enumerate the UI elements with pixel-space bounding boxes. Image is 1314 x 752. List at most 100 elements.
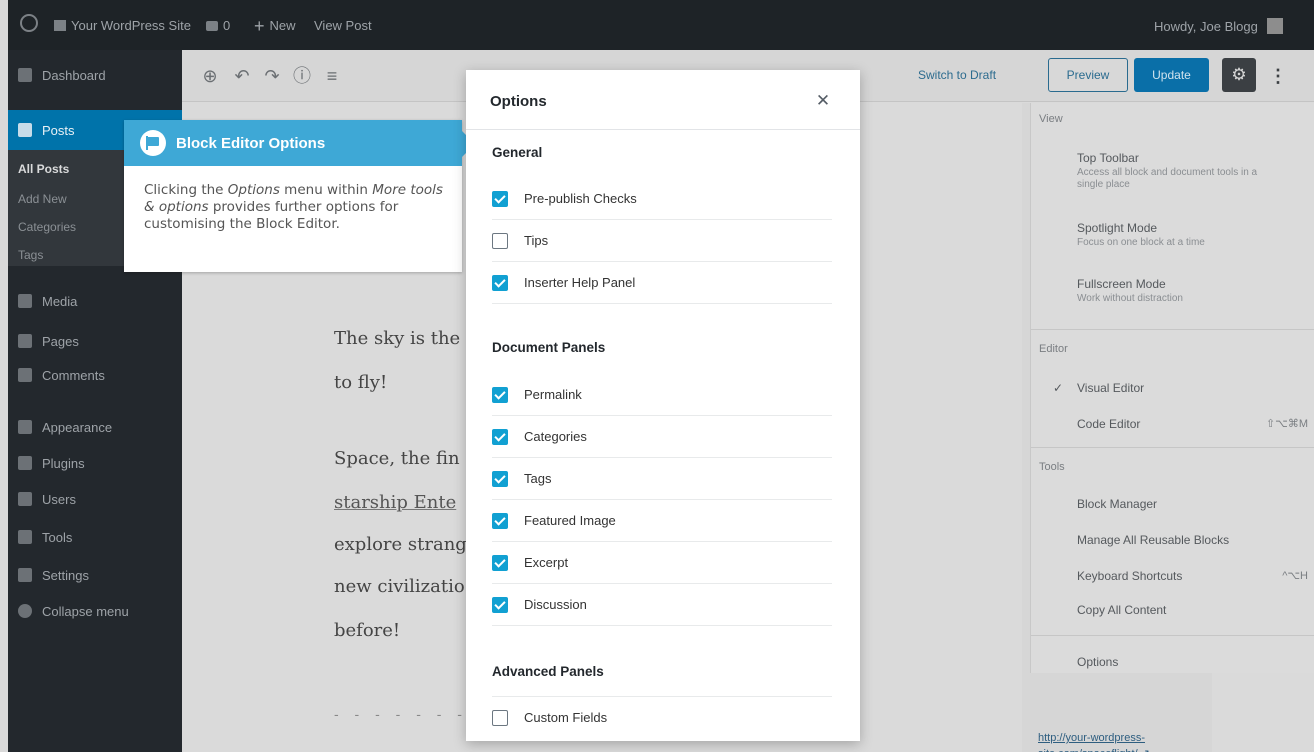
checkbox-checked[interactable] xyxy=(492,274,508,291)
callout-body: Clicking the Options menu within More to… xyxy=(144,182,443,232)
post-paragraph-line[interactable]: explore strang xyxy=(334,534,467,555)
option-tags[interactable]: Tags xyxy=(492,458,832,500)
more-tools-menu: View Top Toolbar Access all block and do… xyxy=(1030,103,1314,673)
option-inserter-help-panel[interactable]: Inserter Help Panel xyxy=(492,262,832,304)
home-icon xyxy=(54,20,66,31)
collapse-menu-button[interactable]: Collapse menu xyxy=(8,596,182,626)
post-paragraph-line[interactable]: new civilizatio xyxy=(334,576,465,597)
external-link-icon: ↗ xyxy=(1141,748,1150,752)
post-paragraph-line[interactable]: starship Ente xyxy=(334,492,456,513)
wrench-icon xyxy=(18,530,32,544)
dashboard-icon xyxy=(18,68,32,82)
wordpress-logo-icon[interactable] xyxy=(20,14,38,32)
option-custom-fields[interactable]: Custom Fields xyxy=(492,696,832,738)
sidebar-item-users[interactable]: Users xyxy=(8,484,182,514)
brush-icon xyxy=(18,420,32,434)
collapse-icon xyxy=(18,604,32,618)
option-categories[interactable]: Categories xyxy=(492,416,832,458)
site-name-link[interactable]: Your WordPress Site xyxy=(54,18,191,33)
comments-icon xyxy=(18,368,32,382)
checkbox-checked[interactable] xyxy=(492,386,508,403)
info-icon[interactable]: ⓘ xyxy=(292,66,312,86)
callout-title: Block Editor Options xyxy=(176,134,326,152)
comment-icon xyxy=(206,20,218,31)
sidebar-item-dashboard[interactable]: Dashboard xyxy=(8,60,182,90)
settings-icon xyxy=(18,568,32,582)
code-editor-shortcut: ⇧⌥⌘M xyxy=(1265,418,1308,430)
menu-visual-editor[interactable]: Visual Editor xyxy=(1077,381,1144,395)
menu-section-editor: Editor xyxy=(1039,343,1068,355)
checkbox-checked[interactable] xyxy=(492,512,508,529)
menu-top-toolbar-desc: Access all block and document tools in a… xyxy=(1077,167,1258,190)
menu-top-toolbar[interactable]: Top Toolbar xyxy=(1077,151,1139,165)
separator-block: - - - - - - - xyxy=(334,706,468,722)
option-discussion[interactable]: Discussion xyxy=(492,584,832,626)
menu-manage-reusable-blocks[interactable]: Manage All Reusable Blocks xyxy=(1077,533,1229,547)
pages-icon xyxy=(18,334,32,348)
option-featured-image[interactable]: Featured Image xyxy=(492,500,832,542)
menu-section-view: View xyxy=(1039,113,1063,125)
sidebar-item-tools[interactable]: Tools xyxy=(8,522,182,552)
option-tips[interactable]: Tips xyxy=(492,220,832,262)
menu-spotlight-mode[interactable]: Spotlight Mode xyxy=(1077,221,1157,235)
checkbox-checked[interactable] xyxy=(492,190,508,207)
menu-divider xyxy=(1031,329,1314,330)
flag-icon xyxy=(140,130,166,156)
redo-icon[interactable]: ↷ xyxy=(262,66,282,86)
menu-fullscreen-mode[interactable]: Fullscreen Mode xyxy=(1077,277,1166,291)
modal-title: Options xyxy=(490,93,547,110)
option-pre-publish-checks[interactable]: Pre-publish Checks xyxy=(492,178,832,220)
menu-block-manager[interactable]: Block Manager xyxy=(1077,497,1157,511)
submenu-add-new[interactable]: Add New xyxy=(18,192,67,206)
checkbox-checked[interactable] xyxy=(492,428,508,445)
post-paragraph-line[interactable]: Space, the fin xyxy=(334,448,460,469)
option-excerpt[interactable]: Excerpt xyxy=(492,542,832,584)
preview-button[interactable]: Preview xyxy=(1048,58,1128,92)
sidebar-item-comments[interactable]: Comments xyxy=(8,360,182,390)
sidebar-item-appearance[interactable]: Appearance xyxy=(8,412,182,442)
new-content-link[interactable]: + New xyxy=(254,15,296,36)
comments-link[interactable]: 0 xyxy=(206,18,230,33)
plus-icon: + xyxy=(254,15,265,36)
add-block-icon[interactable]: ⊕ xyxy=(200,66,220,86)
menu-copy-all-content[interactable]: Copy All Content xyxy=(1077,603,1166,617)
post-paragraph-line[interactable]: to fly! xyxy=(334,372,387,393)
checkbox-unchecked[interactable] xyxy=(492,232,508,249)
submenu-categories[interactable]: Categories xyxy=(18,220,76,234)
menu-keyboard-shortcuts[interactable]: Keyboard Shortcuts xyxy=(1077,569,1182,583)
sidebar-item-pages[interactable]: Pages xyxy=(8,326,182,356)
close-icon[interactable]: ✕ xyxy=(812,90,834,112)
outline-icon[interactable]: ≡ xyxy=(322,66,342,86)
avatar xyxy=(1266,18,1283,34)
option-permalink[interactable]: Permalink xyxy=(492,374,832,416)
checkbox-checked[interactable] xyxy=(492,554,508,571)
menu-divider xyxy=(1031,447,1314,448)
section-advanced-panels-title: Advanced Panels xyxy=(492,664,604,679)
sidebar-item-plugins[interactable]: Plugins xyxy=(8,448,182,478)
submenu-all-posts[interactable]: All Posts xyxy=(18,162,69,176)
pin-icon xyxy=(18,123,32,137)
menu-fullscreen-desc: Work without distraction xyxy=(1077,293,1183,304)
checkbox-unchecked[interactable] xyxy=(492,709,508,726)
submenu-tags[interactable]: Tags xyxy=(18,248,43,262)
view-post-link[interactable]: View Post xyxy=(314,18,372,33)
checkbox-checked[interactable] xyxy=(492,596,508,613)
modal-header: Options ✕ xyxy=(466,70,860,130)
menu-options[interactable]: Options xyxy=(1077,655,1118,669)
checkbox-checked[interactable] xyxy=(492,470,508,487)
wp-editor-screen: Your WordPress Site 0 + New View Post Ho… xyxy=(8,0,1314,752)
permalink-link[interactable]: http://your-wordpress-site.com/spaceflig… xyxy=(1038,730,1208,752)
settings-gear-icon[interactable]: ⚙ xyxy=(1222,58,1256,92)
switch-to-draft-button[interactable]: Switch to Draft xyxy=(918,68,996,82)
sidebar-item-settings[interactable]: Settings xyxy=(8,560,182,590)
menu-code-editor[interactable]: Code Editor xyxy=(1077,417,1140,431)
menu-section-tools: Tools xyxy=(1039,461,1065,473)
update-button[interactable]: Update xyxy=(1134,58,1209,92)
account-menu[interactable]: Howdy, Joe Blogg xyxy=(1154,18,1283,34)
undo-icon[interactable]: ↶ xyxy=(232,66,252,86)
more-options-icon[interactable]: ⋮ xyxy=(1268,60,1288,92)
post-paragraph-line[interactable]: before! xyxy=(334,620,400,641)
check-icon: ✓ xyxy=(1053,381,1064,395)
sidebar-item-media[interactable]: Media xyxy=(8,286,182,316)
post-paragraph-line[interactable]: The sky is the xyxy=(334,328,460,349)
